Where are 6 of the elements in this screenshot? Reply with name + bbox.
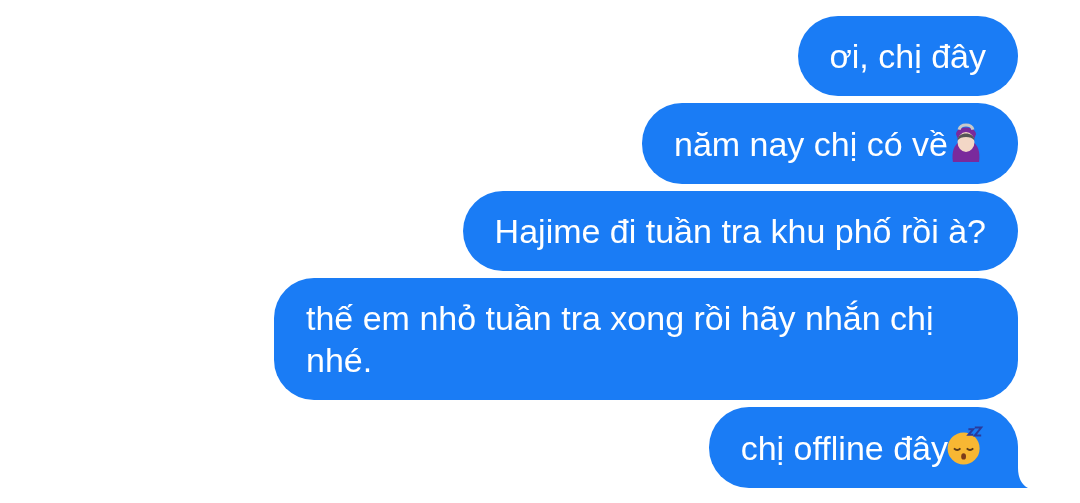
message-text: thế em nhỏ tuần tra xong rồi hãy nhắn chị nhé. bbox=[306, 299, 934, 379]
message-text: ơi, chị đây bbox=[829, 37, 986, 75]
message-text: Hajime đi tuần tra khu phố rồi à? bbox=[494, 212, 986, 250]
message-text: năm nay chị có về bbox=[673, 125, 948, 163]
message-text: chị offline đây bbox=[740, 429, 948, 467]
sleepy-face-icon bbox=[946, 426, 986, 466]
